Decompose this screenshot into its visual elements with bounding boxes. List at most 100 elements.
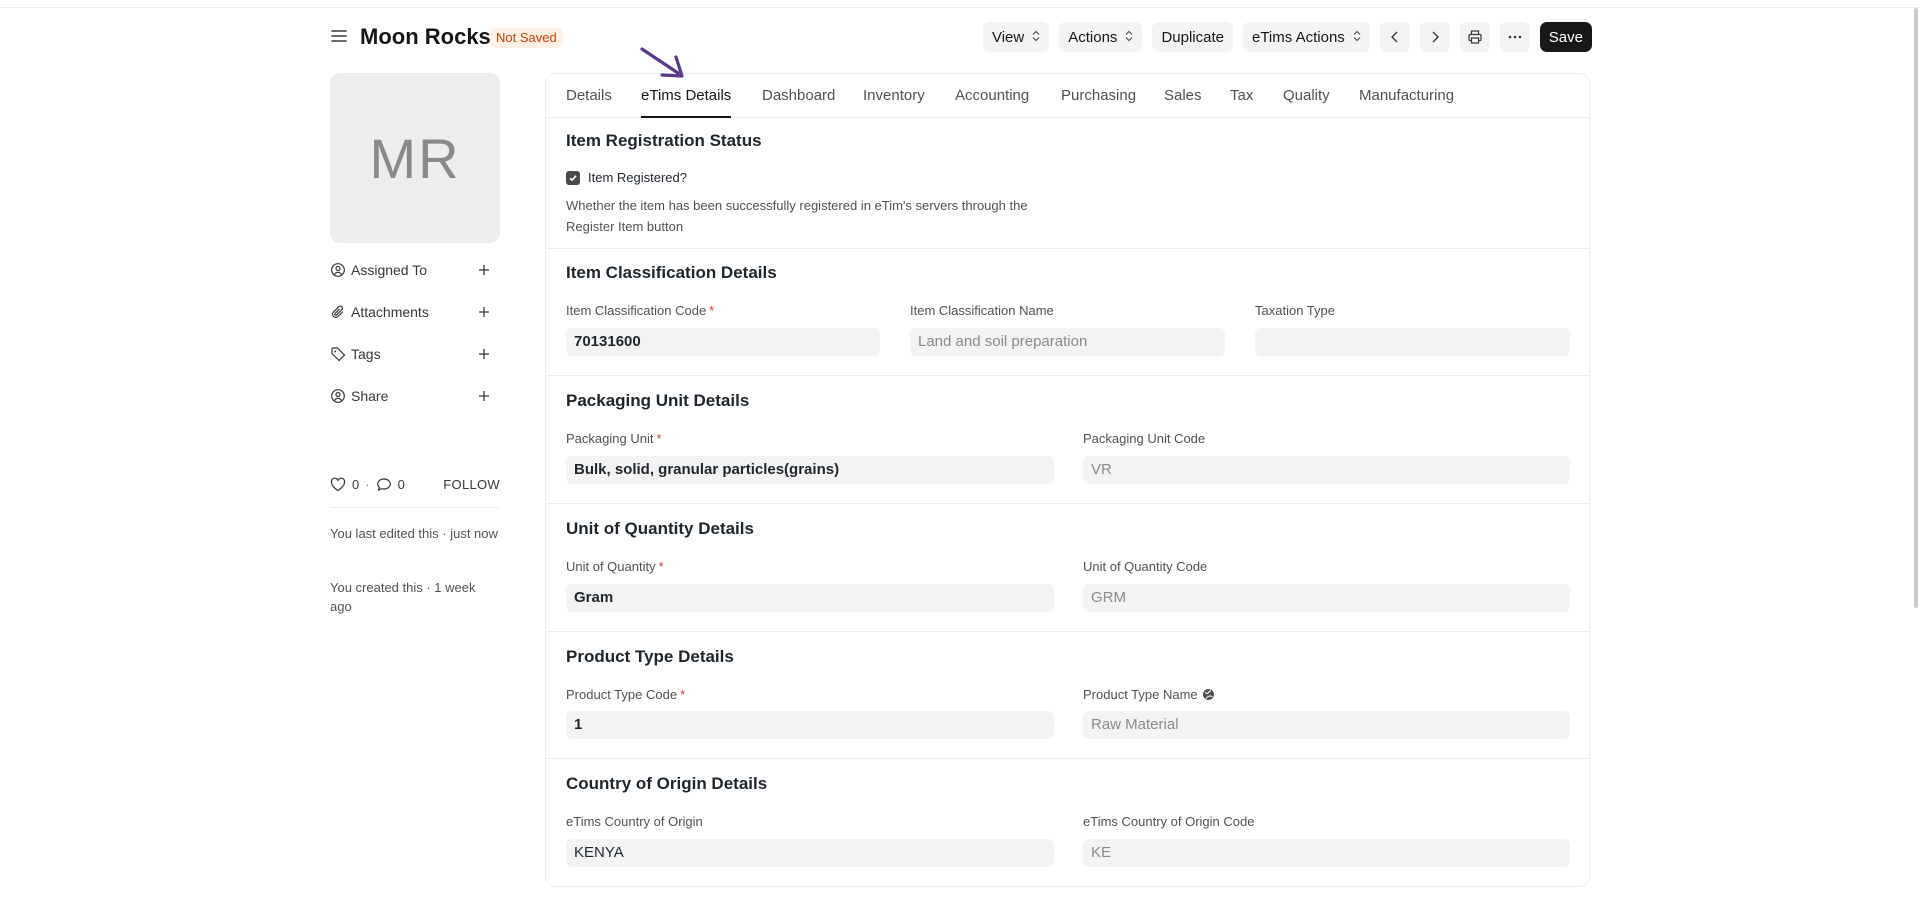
product-type-name-field[interactable]: Raw Material (1083, 711, 1570, 739)
likes-comments-row: 0 · 0 FOLLOW (330, 473, 500, 495)
tab-purchasing[interactable]: Purchasing (1061, 87, 1136, 104)
country-of-origin-code-label: eTims Country of Origin Code (1083, 814, 1255, 829)
tab-dashboard[interactable]: Dashboard (762, 87, 835, 104)
section-title-packaging: Packaging Unit Details (566, 391, 750, 410)
comment-icon[interactable] (376, 477, 392, 492)
tab-etims-details[interactable]: eTims Details (641, 87, 731, 104)
printer-icon (1468, 30, 1482, 44)
tab-sales[interactable]: Sales (1164, 87, 1202, 104)
sidebar-item-label: Assigned To (351, 262, 428, 278)
avatar[interactable]: MR (330, 73, 500, 243)
menu-toggle-icon[interactable] (330, 27, 350, 47)
sidebar-item-assigned-to[interactable]: Assigned To (330, 258, 500, 282)
sidebar-item-share[interactable]: Share (330, 384, 500, 408)
more-button[interactable] (1499, 22, 1530, 52)
item-classification-code-label: Item Classification Code * (566, 303, 714, 318)
packaging-unit-field[interactable]: Bulk, solid, granular particles(grains) (566, 456, 1054, 484)
unit-of-quantity-code-label: Unit of Quantity Code (1083, 559, 1208, 574)
item-registered-label[interactable]: Item Registered? (588, 170, 687, 185)
actions-button[interactable]: Actions (1059, 22, 1143, 52)
actions-button-label: Actions (1068, 28, 1118, 46)
section-title-unit-of-quantity: Unit of Quantity Details (566, 519, 754, 538)
view-button-label: View (991, 28, 1025, 46)
form-card: Details eTims Details Dashboard Inventor… (545, 73, 1590, 887)
annotation-arrow-icon (640, 47, 684, 78)
add-assignee-button[interactable] (474, 260, 494, 280)
page-title: Moon Rocks (360, 24, 491, 49)
taxation-type-field[interactable] (1255, 328, 1570, 356)
required-marker: * (658, 559, 664, 574)
section-divider (546, 758, 1589, 759)
section-divider (546, 375, 1589, 376)
sidebar-item-label: Share (351, 388, 389, 404)
item-registered-description: Whether the item has been successfully r… (566, 198, 1028, 234)
product-type-code-label: Product Type Code * (566, 687, 685, 702)
sort-icon (1353, 29, 1361, 46)
tab-manufacturing[interactable]: Manufacturing (1359, 87, 1454, 104)
field-label-text: Product Type Code (566, 687, 678, 702)
sidebar-item-attachments[interactable]: Attachments (330, 300, 500, 324)
view-button[interactable]: View (982, 22, 1050, 52)
scrollbar[interactable] (1910, 8, 1920, 903)
print-button[interactable] (1459, 22, 1490, 52)
timeline-item: You last edited this · just now (330, 526, 498, 541)
heart-icon[interactable] (330, 477, 346, 492)
follow-button[interactable]: FOLLOW (443, 477, 500, 492)
sidebar-item-label: Tags (351, 346, 381, 362)
item-registered-checkbox[interactable] (566, 171, 580, 185)
unit-of-quantity-code-field[interactable]: GRM (1083, 584, 1570, 612)
plus-icon (479, 307, 489, 317)
add-attachment-button[interactable] (474, 302, 494, 322)
plus-icon (479, 349, 489, 359)
field-label-text: Item Classification Code (566, 303, 707, 318)
globe-icon (1202, 689, 1214, 700)
chevron-left-icon (1390, 31, 1398, 43)
tab-tax[interactable]: Tax (1230, 87, 1253, 104)
tab-details[interactable]: Details (566, 87, 612, 104)
checkmark-icon (569, 175, 577, 182)
packaging-unit-code-field[interactable]: VR (1083, 456, 1570, 484)
section-title-classification: Item Classification Details (566, 263, 777, 282)
plus-icon (479, 265, 489, 275)
unit-of-quantity-label: Unit of Quantity * (566, 559, 664, 574)
section-divider (546, 503, 1589, 504)
form-tabs: Details eTims Details Dashboard Inventor… (546, 74, 1589, 118)
required-marker: * (709, 303, 715, 318)
save-button[interactable]: Save (1539, 22, 1592, 52)
share-user-icon (330, 388, 346, 404)
section-title-registration: Item Registration Status (566, 131, 762, 150)
sidebar-item-tags[interactable]: Tags (330, 342, 500, 366)
section-divider (546, 248, 1589, 249)
item-classification-code-field[interactable]: 70131600 (566, 328, 880, 356)
previous-button[interactable] (1379, 22, 1410, 52)
page-header: Moon Rocks Not Saved View Actions Duplic… (330, 22, 1592, 54)
tab-accounting[interactable]: Accounting (955, 87, 1029, 104)
unit-of-quantity-field[interactable]: Gram (566, 584, 1054, 612)
packaging-unit-code-label: Packaging Unit Code (1083, 431, 1206, 446)
paperclip-icon (330, 304, 346, 320)
timeline-item: You created this · 1 week ago (330, 580, 476, 614)
add-share-button[interactable] (474, 386, 494, 406)
like-count: 0 (352, 476, 360, 492)
etims-actions-button[interactable]: eTims Actions (1242, 22, 1370, 52)
field-label-text: Unit of Quantity (566, 559, 656, 574)
product-type-name-label: Product Type Name (1083, 687, 1215, 702)
user-assign-icon (330, 262, 346, 278)
toolbar: View Actions Duplicate eTims Actions Sav… (982, 22, 1592, 52)
product-type-code-field[interactable]: 1 (566, 711, 1054, 739)
country-of-origin-field[interactable]: KENYA (566, 839, 1054, 867)
add-tag-button[interactable] (474, 344, 494, 364)
country-of-origin-code-field[interactable]: KE (1083, 839, 1570, 867)
tab-inventory[interactable]: Inventory (863, 87, 925, 104)
scrollbar-thumb[interactable] (1914, 8, 1918, 608)
packaging-unit-label: Packaging Unit * (566, 431, 662, 446)
sort-icon (1032, 29, 1040, 46)
next-button[interactable] (1419, 22, 1450, 52)
duplicate-button[interactable]: Duplicate (1152, 22, 1233, 52)
section-divider (546, 631, 1589, 632)
section-title-country-of-origin: Country of Origin Details (566, 774, 768, 793)
item-classification-name-field[interactable]: Land and soil preparation (910, 328, 1225, 356)
field-label-text: Product Type Name (1083, 687, 1198, 702)
tab-quality[interactable]: Quality (1283, 87, 1330, 104)
tag-icon (330, 346, 346, 362)
